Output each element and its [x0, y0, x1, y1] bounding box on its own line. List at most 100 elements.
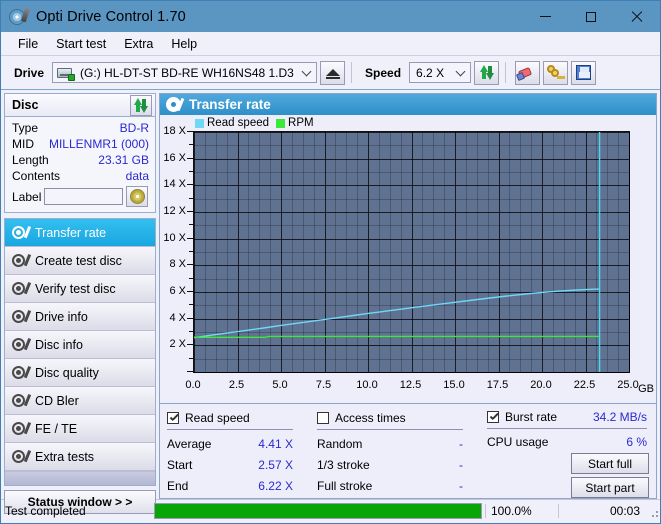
menu-item-extra[interactable]: Extra: [115, 35, 162, 53]
stat-value: -: [459, 478, 463, 493]
disc-slash-icon: [11, 225, 31, 241]
chart-series-layer: [194, 132, 601, 372]
sidebar-item-fe-te[interactable]: FE / TE: [5, 415, 155, 443]
y-axis-label: 6 X: [169, 285, 186, 297]
sidebar-item-label: FE / TE: [35, 421, 78, 436]
sidebar-filler: [5, 471, 155, 485]
menu-item-file[interactable]: File: [9, 35, 47, 53]
stat-key: 1/3 stroke: [317, 457, 370, 472]
access-times-checkbox-row[interactable]: Access times: [317, 409, 487, 426]
key-button[interactable]: [543, 60, 569, 85]
disc-row-key: MID: [12, 137, 34, 151]
save-button[interactable]: [571, 60, 597, 85]
disc-slash-icon: [166, 97, 185, 112]
disc-row-contents: Contents data: [12, 168, 149, 184]
minimize-icon: [539, 16, 551, 17]
maximize-icon: [586, 11, 596, 22]
close-button[interactable]: [614, 1, 660, 32]
sidebar-item-label: Transfer rate: [35, 225, 107, 240]
sidebar-item-cd-bler[interactable]: CD Bler: [5, 387, 155, 415]
disc-row-key: Contents: [12, 169, 61, 183]
erase-button[interactable]: [515, 60, 541, 85]
sidebar-item-disc-info[interactable]: Disc info: [5, 331, 155, 359]
x-axis-label: 17.5: [486, 379, 509, 391]
stat-key: Average: [167, 436, 212, 451]
chart-area: Read speed RPM 2 X 4 X 6 X 8 X 10 X 12 X 14 X 1…: [160, 115, 656, 403]
speed-select[interactable]: 6.2 X: [409, 62, 472, 83]
minimize-button[interactable]: [522, 1, 568, 32]
toolbar: Drive (G:) HL-DT-ST BD-RE WH16NS48 1.D3 …: [1, 56, 660, 90]
sidebar-item-disc-quality[interactable]: Disc quality: [5, 359, 155, 387]
stat-key: End: [167, 478, 189, 493]
chevron-down-icon: [303, 68, 311, 76]
disc-panel-title: Disc: [12, 98, 39, 112]
read-speed-label: Read speed: [185, 410, 250, 425]
x-axis-label: 5.0: [272, 379, 288, 391]
start-part-button[interactable]: Start part: [571, 477, 649, 498]
drive-select[interactable]: (G:) HL-DT-ST BD-RE WH16NS48 1.D3: [52, 62, 318, 83]
eject-icon: [325, 69, 340, 79]
burst-rate-checkbox[interactable]: [487, 411, 499, 424]
speed-label: Speed: [365, 65, 402, 80]
stat-key: CPU usage: [487, 435, 549, 450]
elapsed-time: 00:03: [558, 503, 646, 518]
maximize-button[interactable]: [568, 1, 614, 32]
progress-bar: [154, 502, 482, 519]
burst-rate-checkbox-row[interactable]: Burst rate 34.2 MB/s: [487, 409, 649, 425]
x-axis-label: 20.0: [530, 379, 552, 391]
progress-percent: 100.0%: [485, 503, 558, 518]
sidebar-item-transfer-rate[interactable]: Transfer rate: [5, 219, 155, 247]
start-full-button[interactable]: Start full: [571, 453, 649, 474]
x-axis-label: 7.5: [315, 379, 332, 391]
x-axis-label: 15.0: [443, 379, 465, 391]
disc-label-row: Label: [12, 186, 149, 207]
sidebar-item-extra-tests[interactable]: Extra tests: [5, 443, 155, 471]
disc-slash-icon: [11, 281, 31, 297]
toolbar-divider: [351, 62, 353, 83]
sidebar-item-create-test-disc[interactable]: Create test disc: [5, 247, 155, 275]
sidebar-nav: Transfer rate Create test disc Verify te…: [4, 218, 156, 486]
sidebar-item-drive-info[interactable]: Drive info: [5, 303, 155, 331]
disc-slash-icon: [11, 365, 31, 381]
transfer-rate-panel: Transfer rate Read speed RPM 2 X4 X6 X8: [159, 93, 657, 404]
disc-label-button[interactable]: [126, 186, 148, 207]
stat-row-start: Start 2.57 X: [167, 454, 317, 475]
toolbar-divider-2: [505, 62, 507, 83]
refresh-button[interactable]: [474, 60, 500, 85]
window-controls: [522, 1, 660, 32]
read-speed-checkbox-row[interactable]: Read speed: [167, 409, 317, 426]
read-speed-column: Read speed Average 4.41 X Start 2.57 X E…: [167, 409, 317, 498]
floppy-save-icon: [576, 65, 592, 80]
resize-grip[interactable]: [646, 503, 660, 519]
sidebar-item-label: Verify test disc: [35, 281, 116, 296]
legend-swatch: [276, 118, 286, 128]
right-panel: Transfer rate Read speed RPM 2 X4 X6 X8: [159, 90, 660, 499]
series-rpm: [194, 335, 600, 339]
stat-row-end: End 6.22 X: [167, 475, 317, 496]
progress-fill: [155, 503, 481, 518]
menu-item-help[interactable]: Help: [162, 35, 206, 53]
stat-value: 6.22 X: [258, 478, 293, 493]
eject-button[interactable]: [320, 60, 346, 85]
y-axis-label: 14 X: [163, 178, 186, 191]
divider: [167, 429, 293, 430]
legend-item-read-speed: Read speed: [195, 117, 269, 129]
disc-refresh-button[interactable]: [130, 94, 152, 116]
disc-row-value: 23.31 GB: [98, 153, 149, 167]
stat-row-one-third-stroke: 1/3 stroke -: [317, 454, 487, 475]
stat-row-cpu-usage: CPU usage 6 %: [487, 432, 649, 452]
disc-row-mid: MID MILLENMR1 (000): [12, 136, 149, 152]
stat-value: -: [459, 457, 463, 472]
x-axis-label: 25.0: [617, 379, 639, 391]
read-speed-checkbox[interactable]: [167, 411, 179, 424]
stat-value: -: [459, 436, 463, 451]
cd-disc-icon: [129, 189, 145, 204]
window-title: Opti Drive Control 1.70: [36, 8, 186, 25]
sidebar-item-verify-test-disc[interactable]: Verify test disc: [5, 275, 155, 303]
access-times-checkbox[interactable]: [317, 411, 329, 424]
menu-item-start-test[interactable]: Start test: [47, 35, 115, 53]
stat-row-full-stroke: Full stroke -: [317, 475, 487, 496]
chart-title: Transfer rate: [189, 97, 271, 112]
disc-panel-header: Disc: [5, 94, 155, 117]
disc-label-input[interactable]: [44, 188, 124, 205]
